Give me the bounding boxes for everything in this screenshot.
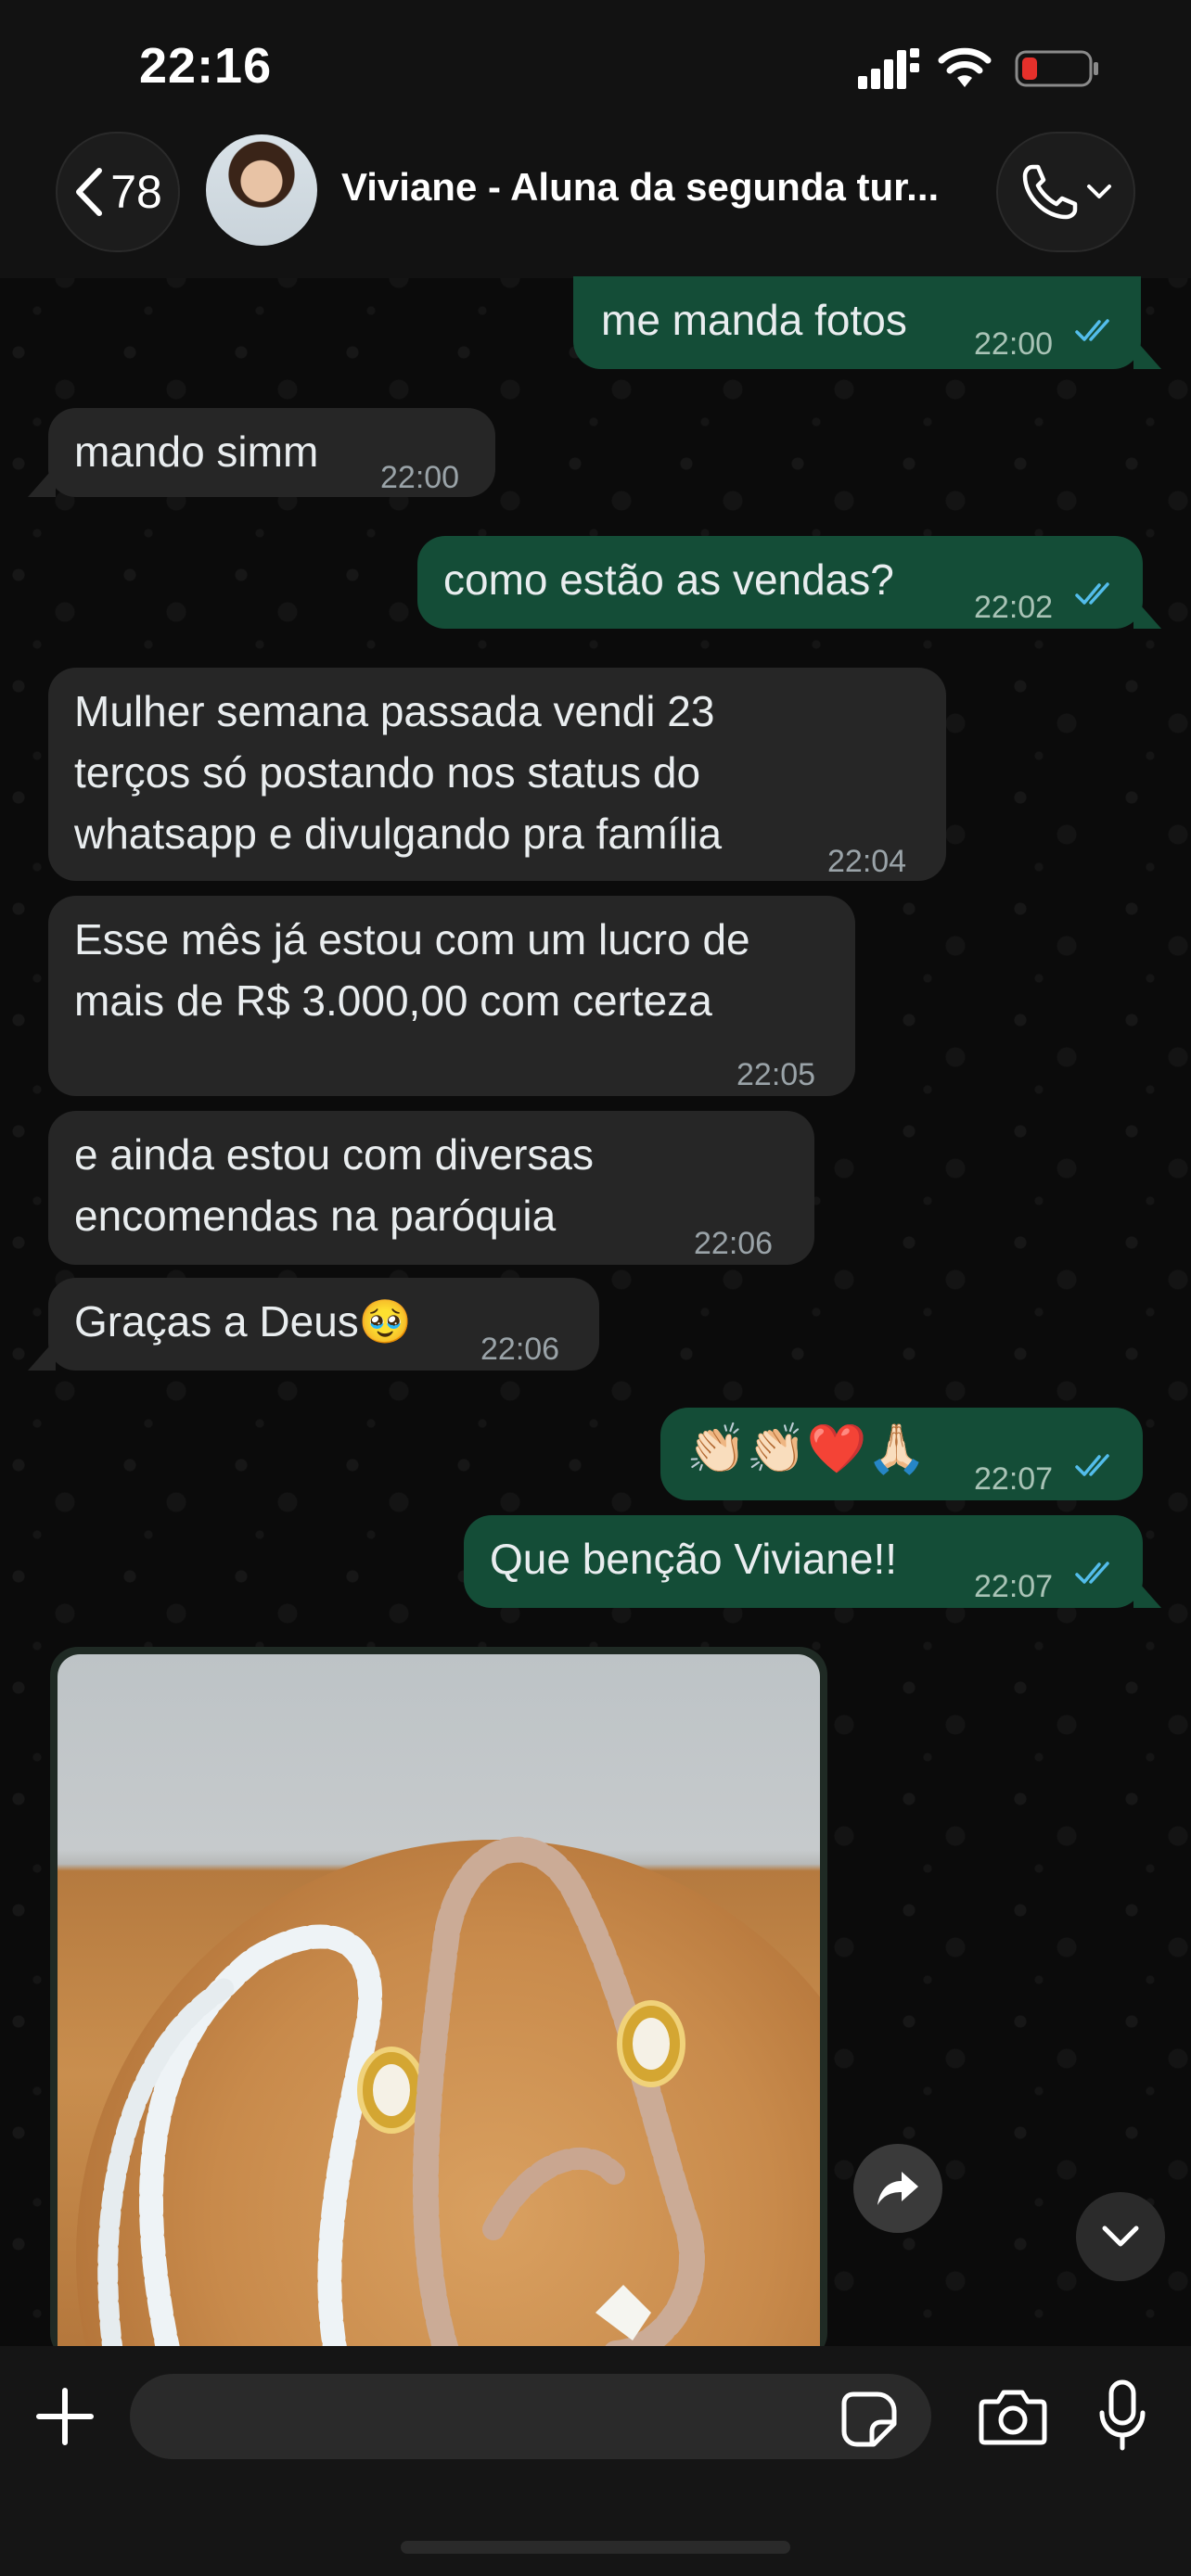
message-outgoing[interactable]: 👏🏻👏🏻❤️🙏🏻 22:07	[660, 1408, 1143, 1500]
message-input[interactable]	[130, 2374, 931, 2459]
message-text: me manda fotos	[601, 296, 907, 344]
bubble-tail	[1133, 1576, 1161, 1608]
back-button[interactable]: 78	[56, 132, 180, 252]
message-incoming[interactable]: mando simm 22:00	[48, 408, 495, 497]
bubble-tail	[28, 465, 56, 497]
message-text: Graças a Deus🥹	[74, 1297, 413, 1345]
double-check-read-icon	[1075, 582, 1109, 605]
message-incoming[interactable]: Graças a Deus🥹 22:06	[48, 1278, 599, 1371]
message-text: Mulher semana passada vendi 23 terços só…	[74, 687, 723, 858]
message-time: 22:00	[380, 460, 460, 495]
rosary-photo[interactable]	[58, 1654, 820, 2353]
message-time: 22:07	[974, 1569, 1054, 1604]
call-button[interactable]	[996, 132, 1135, 252]
message-outgoing[interactable]: como estão as vendas? 22:02	[417, 536, 1143, 629]
message-time: 22:05	[736, 1057, 816, 1092]
message-text: mando simm	[74, 427, 319, 476]
message-time: 22:06	[480, 1332, 560, 1367]
message-incoming[interactable]: e ainda estou com diversas encomendas na…	[48, 1111, 814, 1265]
message-text: como estão as vendas?	[443, 555, 894, 604]
bubble-tail	[1133, 597, 1161, 629]
phone-icon	[1022, 164, 1078, 220]
microphone-icon[interactable]	[1098, 2379, 1146, 2452]
message-text: e ainda estou com diversas encomendas na…	[74, 1130, 594, 1240]
wifi-icon	[938, 47, 992, 87]
contact-name[interactable]: Viviane - Aluna da segunda tur...	[341, 165, 954, 210]
home-indicator	[401, 2541, 790, 2554]
rosaries-illustration	[97, 1836, 705, 2353]
chevron-down-icon	[1087, 185, 1111, 198]
bubble-tail	[28, 1339, 56, 1371]
chevron-left-icon	[76, 168, 103, 216]
message-incoming[interactable]: Esse mês já estou com um lucro de mais d…	[48, 896, 855, 1096]
message-outgoing[interactable]: me manda fotos 22:00	[573, 276, 1141, 369]
message-time: 22:07	[974, 1461, 1054, 1497]
message-time: 22:00	[974, 326, 1054, 362]
message-time: 22:04	[827, 844, 907, 879]
message-outgoing[interactable]: Que benção Viviane!! 22:07	[464, 1515, 1143, 1608]
battery-low-icon	[1015, 50, 1098, 87]
forward-arrow-icon	[877, 2172, 918, 2205]
contact-avatar[interactable]	[206, 134, 317, 246]
double-check-read-icon	[1075, 319, 1109, 341]
message-text: 👏🏻👏🏻❤️🙏🏻	[686, 1422, 927, 1476]
cellular-signal-icon	[858, 48, 919, 89]
message-time: 22:06	[694, 1226, 774, 1261]
message-time: 22:02	[974, 590, 1054, 625]
scroll-down-button[interactable]	[1076, 2192, 1165, 2281]
bubble-tail	[1133, 338, 1161, 369]
double-check-read-icon	[1075, 1562, 1109, 1584]
message-text: Esse mês já estou com um lucro de mais d…	[74, 915, 750, 1025]
unread-count: 78	[110, 166, 162, 218]
sticker-icon[interactable]	[840, 2391, 898, 2448]
camera-icon[interactable]	[978, 2385, 1048, 2448]
chevron-down-icon	[1102, 2225, 1139, 2247]
attach-plus-icon[interactable]	[32, 2383, 98, 2450]
status-time: 22:16	[139, 38, 273, 94]
double-check-read-icon	[1075, 1454, 1109, 1476]
message-incoming[interactable]: Mulher semana passada vendi 23 terços só…	[48, 668, 946, 881]
forward-button[interactable]	[853, 2144, 942, 2233]
message-text: Que benção Viviane!!	[490, 1535, 898, 1583]
